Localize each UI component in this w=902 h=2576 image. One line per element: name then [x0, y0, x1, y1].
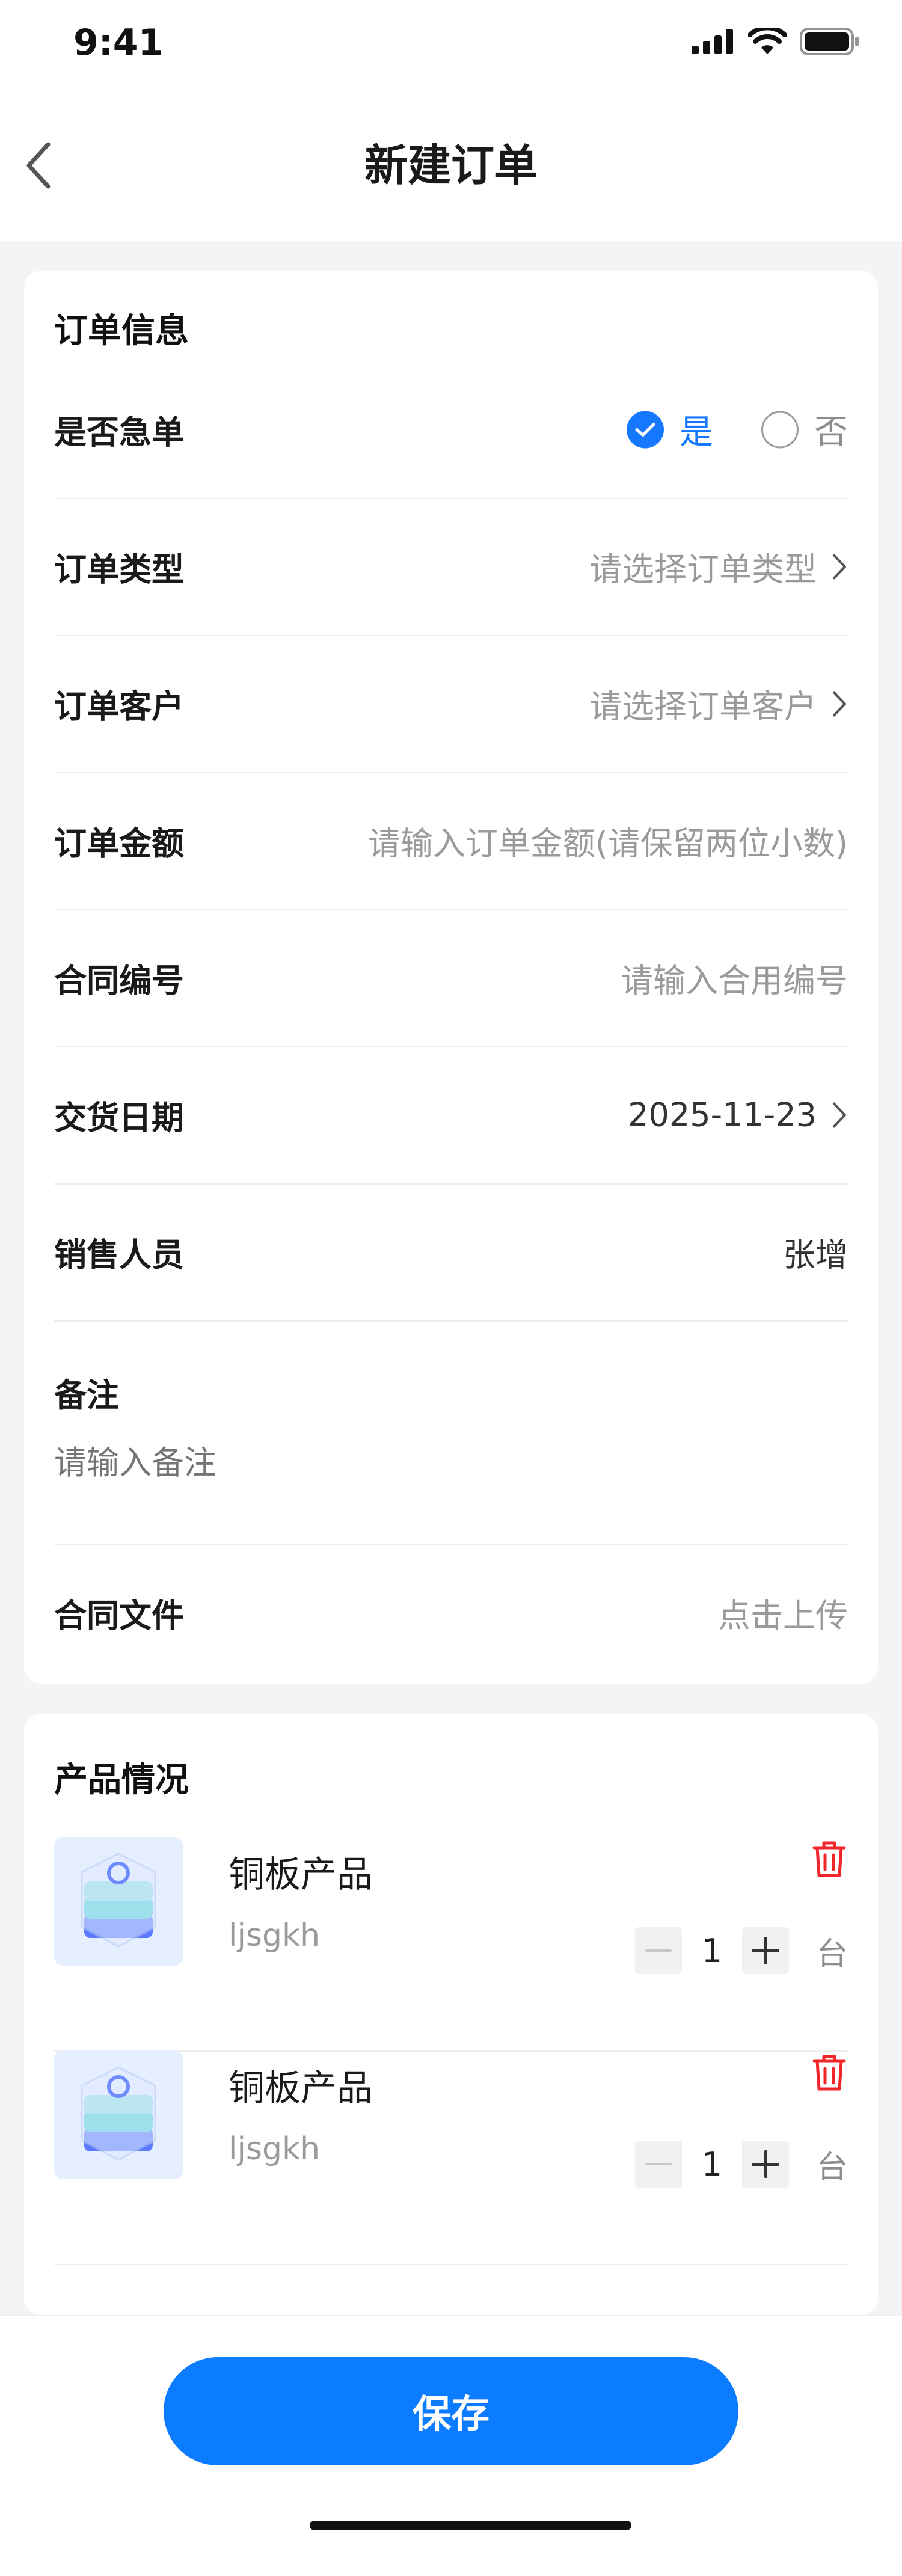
quantity-value[interactable]: 1: [682, 1932, 742, 1970]
section-title-order-info: 订单信息: [54, 311, 189, 351]
radio-no[interactable]: 否: [761, 405, 848, 454]
signal-icon: [692, 29, 733, 54]
row-contract-file[interactable]: 合同文件 点击上传: [54, 1544, 848, 1681]
order-type-label: 订单类型: [54, 550, 184, 589]
contract-no-input[interactable]: 请输入合用编号: [621, 954, 848, 1002]
radio-yes-label: 是: [680, 412, 713, 452]
status-bar: 9:41: [0, 0, 902, 90]
quantity-stepper: 1 台: [634, 1927, 848, 1974]
remark-input[interactable]: [54, 1444, 848, 1482]
delete-icon[interactable]: [811, 2053, 848, 2093]
row-order-amount: 订单金额 请输入订单金额(请保留两位小数): [54, 772, 848, 910]
product-name: 铜板产品: [229, 1854, 373, 1896]
minus-icon: [645, 1949, 672, 1952]
row-delivery-date[interactable]: 交货日期 2025-11-23: [54, 1046, 848, 1185]
order-customer-label: 订单客户: [54, 687, 184, 726]
quantity-value[interactable]: 1: [682, 2145, 742, 2183]
order-amount-label: 订单金额: [54, 824, 184, 863]
section-title-products: 产品情况: [54, 1761, 189, 1800]
radio-no-label: 否: [814, 412, 848, 452]
order-info-card: 订单信息 是否急单 是 否 订单类型 请选择订单类型 订单客户 请选择订单客户: [24, 271, 878, 1684]
product-item: 铜板产品 ljsgkh 1 台: [54, 1837, 848, 2052]
quantity-stepper: 1 台: [634, 2141, 848, 2188]
product-thumbnail: [54, 1837, 183, 1966]
contract-no-label: 合同编号: [54, 961, 184, 1000]
plus-icon: [751, 1937, 779, 1964]
contract-no-placeholder: 请输入合用编号: [621, 961, 848, 1000]
chevron-right-icon: [833, 554, 846, 579]
increase-button[interactable]: [741, 1927, 789, 1974]
remark-label: 备注: [54, 1376, 119, 1414]
wifi-icon: [748, 28, 787, 54]
upload-link[interactable]: 点击上传: [718, 1589, 848, 1637]
save-button[interactable]: 保存: [164, 2357, 738, 2465]
radio-checked-icon: [627, 411, 664, 448]
row-order-type[interactable]: 订单类型 请选择订单类型: [54, 498, 848, 636]
row-order-customer[interactable]: 订单客户 请选择订单客户: [54, 635, 848, 773]
order-type-placeholder: 请选择订单类型: [589, 550, 817, 589]
product-item: 铜板产品 ljsgkh 1 台: [54, 2050, 848, 2265]
page-title: 新建订单: [364, 140, 538, 191]
row-remark: 备注: [54, 1320, 848, 1545]
product-thumbnail: [54, 2050, 183, 2179]
status-time: 9:41: [73, 22, 164, 64]
chevron-right-icon: [833, 1102, 846, 1127]
contract-file-label: 合同文件: [54, 1596, 184, 1635]
plus-icon: [751, 2150, 779, 2178]
sales-person-label: 销售人员: [54, 1236, 184, 1274]
order-type-select[interactable]: 请选择订单类型: [589, 543, 848, 590]
row-contract-no: 合同编号 请输入合用编号: [54, 909, 848, 1047]
order-amount-placeholder: 请输入订单金额(请保留两位小数): [367, 824, 848, 863]
urgent-label: 是否急单: [54, 413, 184, 452]
minus-icon: [645, 2163, 672, 2165]
nav-bar: 新建订单: [0, 90, 902, 241]
order-customer-placeholder: 请选择订单客户: [589, 687, 817, 726]
row-urgent: 是否急单 是 否: [54, 361, 848, 499]
home-indicator: [310, 2521, 631, 2530]
order-amount-input[interactable]: 请输入订单金额(请保留两位小数): [368, 817, 848, 865]
product-spec: ljsgkh: [229, 2131, 321, 2167]
unit-label: 台: [816, 1936, 848, 1972]
product-name: 铜板产品: [229, 2067, 373, 2109]
status-icons: [692, 28, 860, 55]
product-card: 产品情况 铜板产品 ljsgkh 1 台 铜板产品 ljsgkh 1 台: [24, 1714, 878, 2315]
product-cube-icon: [81, 1853, 156, 1948]
delivery-date-picker[interactable]: 2025-11-23: [628, 1096, 848, 1134]
battery-icon: [800, 28, 859, 55]
unit-label: 台: [816, 2149, 848, 2186]
decrease-button[interactable]: [634, 1927, 682, 1974]
sales-person-value: 张增: [783, 1236, 848, 1274]
delete-icon[interactable]: [811, 1839, 848, 1879]
radio-unchecked-icon: [761, 411, 799, 448]
product-cube-icon: [81, 2066, 156, 2161]
decrease-button[interactable]: [634, 2141, 682, 2188]
chevron-right-icon: [833, 691, 846, 716]
order-customer-select[interactable]: 请选择订单客户: [589, 680, 848, 728]
delivery-date-value: 2025-11-23: [628, 1096, 817, 1134]
row-sales-person: 销售人员 张增: [54, 1183, 848, 1322]
urgent-radio-group: 是 否: [627, 405, 848, 454]
delivery-date-label: 交货日期: [54, 1099, 184, 1137]
increase-button[interactable]: [741, 2141, 789, 2188]
radio-yes[interactable]: 是: [627, 405, 713, 454]
product-spec: ljsgkh: [229, 1918, 321, 1954]
footer-bar: 保存: [0, 2315, 902, 2576]
